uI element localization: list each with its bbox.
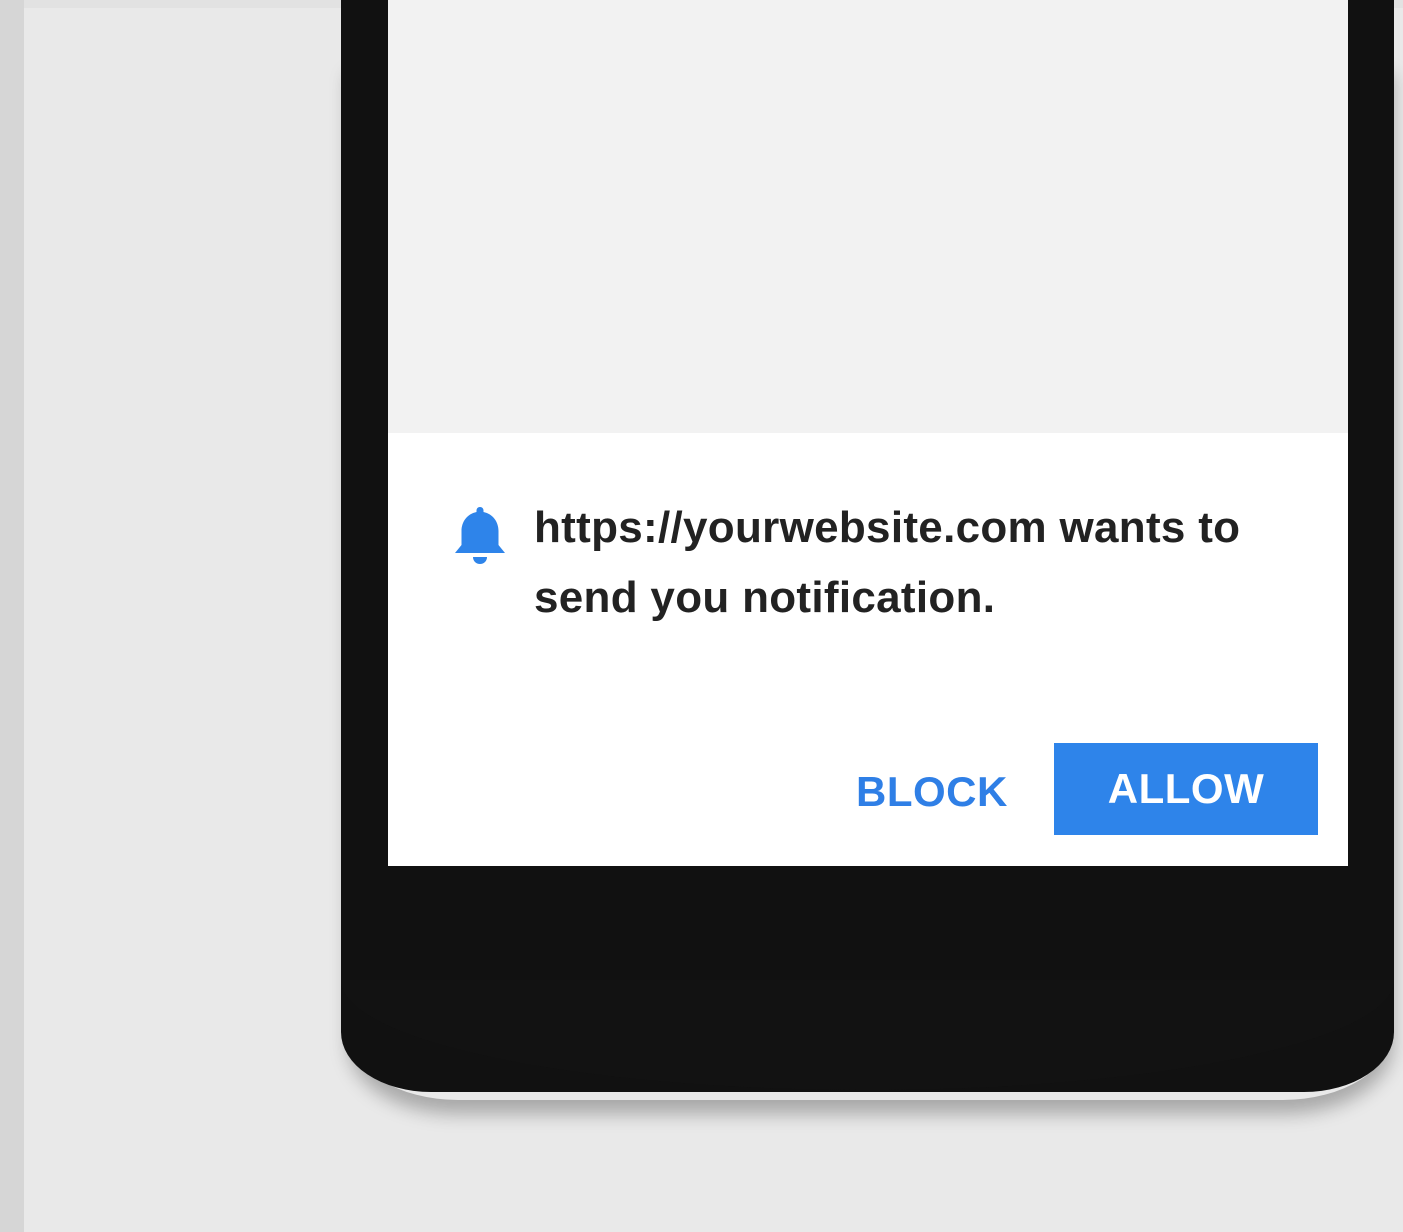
page-background: https://yourwebsite.com wants to send yo… bbox=[0, 0, 1403, 1232]
notification-message: https://yourwebsite.com wants to send yo… bbox=[534, 503, 1241, 622]
web-page-content bbox=[388, 0, 1348, 433]
left-edge bbox=[0, 0, 24, 1232]
allow-button[interactable]: ALLOW bbox=[1054, 743, 1318, 835]
phone-screen: https://yourwebsite.com wants to send yo… bbox=[388, 0, 1348, 866]
block-button[interactable]: BLOCK bbox=[856, 768, 1008, 816]
bell-icon bbox=[455, 507, 505, 564]
notification-permission-prompt: https://yourwebsite.com wants to send yo… bbox=[388, 433, 1348, 866]
